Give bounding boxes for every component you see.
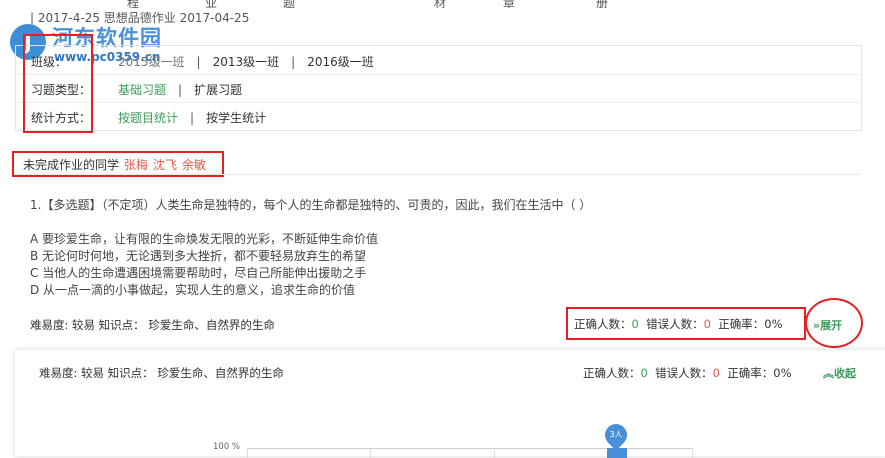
chart-bar-label: 3人 — [609, 430, 623, 439]
panel-correct-count: 0 — [640, 366, 648, 380]
chart-vline — [692, 448, 693, 458]
filter-table: 班级： 2015级一班 | 2013级一班 | 2016级一班 习题类型： 基础习题 | 扩… — [15, 45, 862, 131]
question-option-c: C 当他人的生命遭遇困境需要帮助时，尽自己所能伸出援助之手 — [30, 266, 367, 280]
type-option-extended[interactable]: 扩展习题 — [194, 83, 242, 97]
unfinished-students: 未完成作业的同学 张梅 沈飞 余敏 — [23, 156, 206, 173]
class-option-2013[interactable]: 2013级一班 — [213, 55, 280, 69]
filter-row-type: 习题类型： 基础习题 | 扩展习题 — [16, 74, 861, 103]
chart-vline — [247, 448, 248, 458]
student-name[interactable]: 沈飞 — [153, 158, 177, 172]
panel-correct-rate: 0% — [773, 366, 792, 380]
filter-row-stat-mode: 统计方式： 按题目统计 | 按学生统计 — [31, 111, 267, 125]
panel-question-meta: 难易度: 较易 知识点： 珍爱生命、自然界的生命 — [39, 366, 284, 380]
header-word: 题 — [283, 0, 296, 8]
header-word: 材 — [434, 0, 447, 8]
question-option-b: B 无论何时何地，无论遇到多大挫折，都不要轻易放弃生的希望 — [30, 249, 367, 263]
student-name[interactable]: 余敏 — [182, 158, 206, 172]
student-name[interactable]: 张梅 — [124, 158, 148, 172]
y-tick-label: 100 % — [213, 442, 241, 452]
expanded-panel: 难易度: 较易 知识点： 珍爱生命、自然界的生命 正确人数：0 错误人数：0 正… — [15, 350, 885, 458]
expand-button[interactable]: »展开 — [813, 317, 842, 333]
highlight-box-filter-labels — [23, 34, 93, 133]
collapse-button[interactable]: ︽收起 — [823, 365, 856, 381]
correct-count: 0 — [631, 317, 639, 331]
class-option-2016[interactable]: 2016级一班 — [307, 55, 374, 69]
header-word: 程 — [127, 0, 140, 8]
header-columns: 程 业 题 材 章 册 — [0, 0, 885, 8]
question-option-d: D 从一点一滴的小事做起，实现人生的意义，追求生命的价值 — [30, 283, 356, 297]
header-word: 业 — [205, 0, 218, 8]
panel-question-stats: 正确人数：0 错误人数：0 正确率：0% — [583, 366, 792, 380]
question-stats: 正确人数：0 错误人数：0 正确率：0% — [574, 317, 783, 331]
question-title: 1.【多选题】（不定项）人类生命是独特的，每个人的生命都是独特的、可贵的，因此，… — [30, 198, 592, 212]
question-meta: 难易度: 较易 知识点： 珍爱生命、自然界的生命 — [30, 318, 275, 332]
correct-rate: 0% — [764, 317, 783, 331]
section-divider — [15, 174, 860, 175]
chevron-double-up-icon: ︽ — [823, 367, 834, 380]
chart-vline — [370, 448, 371, 458]
panel-wrong-count: 0 — [712, 366, 720, 380]
type-option-basic[interactable]: 基础习题 — [118, 83, 166, 97]
chart-vline — [494, 448, 495, 458]
unfinished-label: 未完成作业的同学 — [23, 158, 120, 172]
header-word: 册 — [596, 0, 609, 8]
class-option-2015[interactable]: 2015级一班 — [118, 55, 185, 69]
header-word: 章 — [503, 0, 516, 8]
stat-option-by-student[interactable]: 按学生统计 — [206, 111, 266, 125]
question-option-a: A 要珍爱生命，让有限的生命焕发无限的光彩，不断延伸生命价值 — [30, 232, 379, 246]
wrong-count: 0 — [703, 317, 711, 331]
filter-row-class: 班级： 2015级一班 | 2013级一班 | 2016级一班 — [16, 46, 861, 75]
stat-option-by-question[interactable]: 按题目统计 — [118, 111, 178, 125]
